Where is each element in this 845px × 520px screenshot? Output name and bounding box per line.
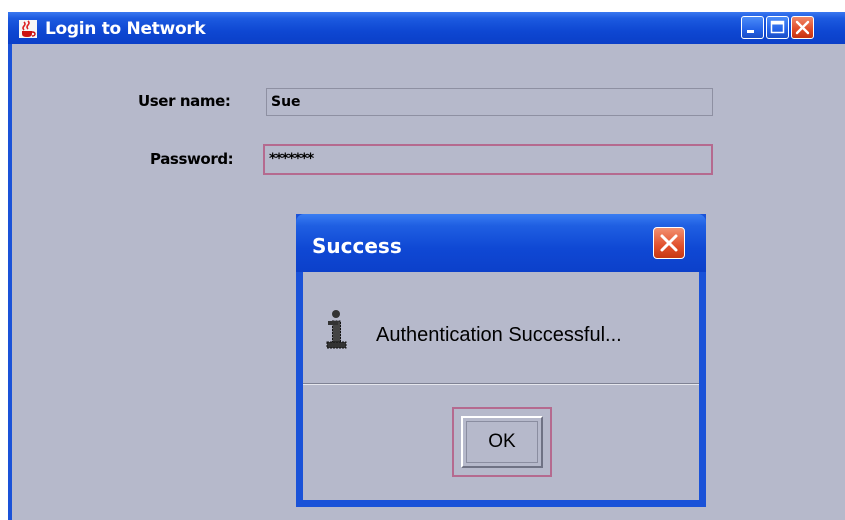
maximize-button[interactable] — [766, 16, 789, 39]
window-title: Login to Network — [45, 19, 206, 39]
password-label: Password: — [150, 150, 234, 168]
dialog-body: Authentication Successful... OK — [303, 272, 699, 500]
success-dialog: Success Authentication Successful... OK — [296, 214, 706, 507]
close-icon — [660, 234, 678, 252]
minimize-icon — [747, 30, 754, 33]
dialog-close-button[interactable] — [653, 227, 685, 259]
dialog-divider — [303, 383, 699, 385]
window-titlebar[interactable]: Login to Network — [8, 12, 845, 44]
close-button[interactable] — [791, 16, 814, 39]
minimize-button[interactable] — [741, 16, 764, 39]
java-cup-icon — [19, 20, 37, 38]
maximize-icon — [770, 20, 785, 34]
dialog-titlebar[interactable]: Success — [296, 214, 706, 272]
password-field[interactable]: ******* — [263, 144, 713, 175]
close-icon — [795, 20, 810, 35]
ok-button-label: OK — [488, 431, 516, 452]
dialog-message: Authentication Successful... — [376, 324, 622, 346]
dialog-title: Success — [312, 234, 402, 258]
ok-button-face: OK — [461, 416, 543, 468]
username-label: User name: — [138, 92, 231, 110]
username-field[interactable]: Sue — [266, 88, 713, 116]
info-icon — [326, 310, 347, 349]
ok-button[interactable]: OK — [452, 407, 552, 477]
